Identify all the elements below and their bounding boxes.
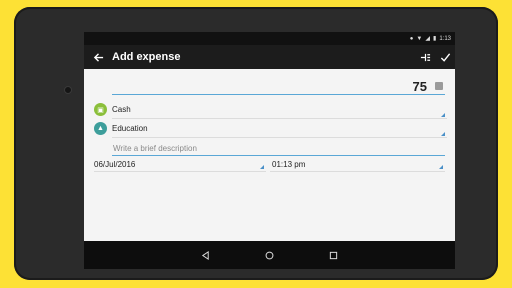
dropdown-indicator-icon xyxy=(441,132,445,136)
square-recents-icon xyxy=(329,251,338,259)
category-selector[interactable]: ▲ Education xyxy=(92,120,447,138)
category-label: Education xyxy=(112,120,447,138)
description-input[interactable] xyxy=(112,142,445,156)
triangle-back-icon xyxy=(201,250,209,260)
amount-field[interactable]: 75 xyxy=(112,77,445,95)
nav-recents-button[interactable] xyxy=(327,248,341,262)
dropdown-indicator-icon xyxy=(441,113,445,117)
dropdown-indicator-icon xyxy=(439,165,443,169)
circle-home-icon xyxy=(265,251,274,259)
battery-icon: ▮ xyxy=(433,36,437,42)
status-bar: ● ▼ ◢ ▮ 1:13 xyxy=(84,32,455,45)
wifi-icon: ▼ xyxy=(416,35,423,42)
account-selector[interactable]: ▣ Cash xyxy=(92,101,447,119)
graduation-cap-icon: ▲ xyxy=(94,122,107,135)
time-picker[interactable]: 01:13 pm xyxy=(270,158,445,172)
data-saver-icon: ● xyxy=(409,35,414,42)
account-label: Cash xyxy=(112,101,447,119)
date-picker[interactable]: 06/Jul/2016 xyxy=(94,158,266,172)
status-time: 1:13 xyxy=(439,35,451,42)
nav-back-button[interactable] xyxy=(199,248,213,262)
save-button[interactable] xyxy=(435,45,455,69)
split-icon xyxy=(420,53,430,61)
expense-form: 75 ▣ Cash ▲ Education 06/Jul/2016 01:13 … xyxy=(84,69,455,241)
app-toolbar: Add expense xyxy=(84,45,455,69)
time-value: 01:13 pm xyxy=(272,160,306,169)
system-nav-bar xyxy=(84,241,455,269)
tablet-frame: ● ▼ ◢ ▮ 1:13 Add expense 75 ▣ Cash ▲ Edu… xyxy=(14,7,498,280)
signal-icon: ◢ xyxy=(425,36,430,42)
check-icon xyxy=(440,52,450,62)
split-button[interactable] xyxy=(415,45,435,69)
wallet-icon: ▣ xyxy=(94,103,107,116)
date-value: 06/Jul/2016 xyxy=(94,160,136,169)
page-title: Add expense xyxy=(112,51,181,63)
camera-lens xyxy=(64,86,72,94)
app-screen: ● ▼ ◢ ▮ 1:13 Add expense 75 ▣ Cash ▲ Edu… xyxy=(84,32,455,269)
calculator-icon[interactable] xyxy=(435,82,443,90)
back-button[interactable] xyxy=(86,45,110,69)
amount-value: 75 xyxy=(412,79,427,94)
arrow-left-icon xyxy=(93,52,103,62)
dropdown-indicator-icon xyxy=(260,165,264,169)
nav-home-button[interactable] xyxy=(263,248,277,262)
